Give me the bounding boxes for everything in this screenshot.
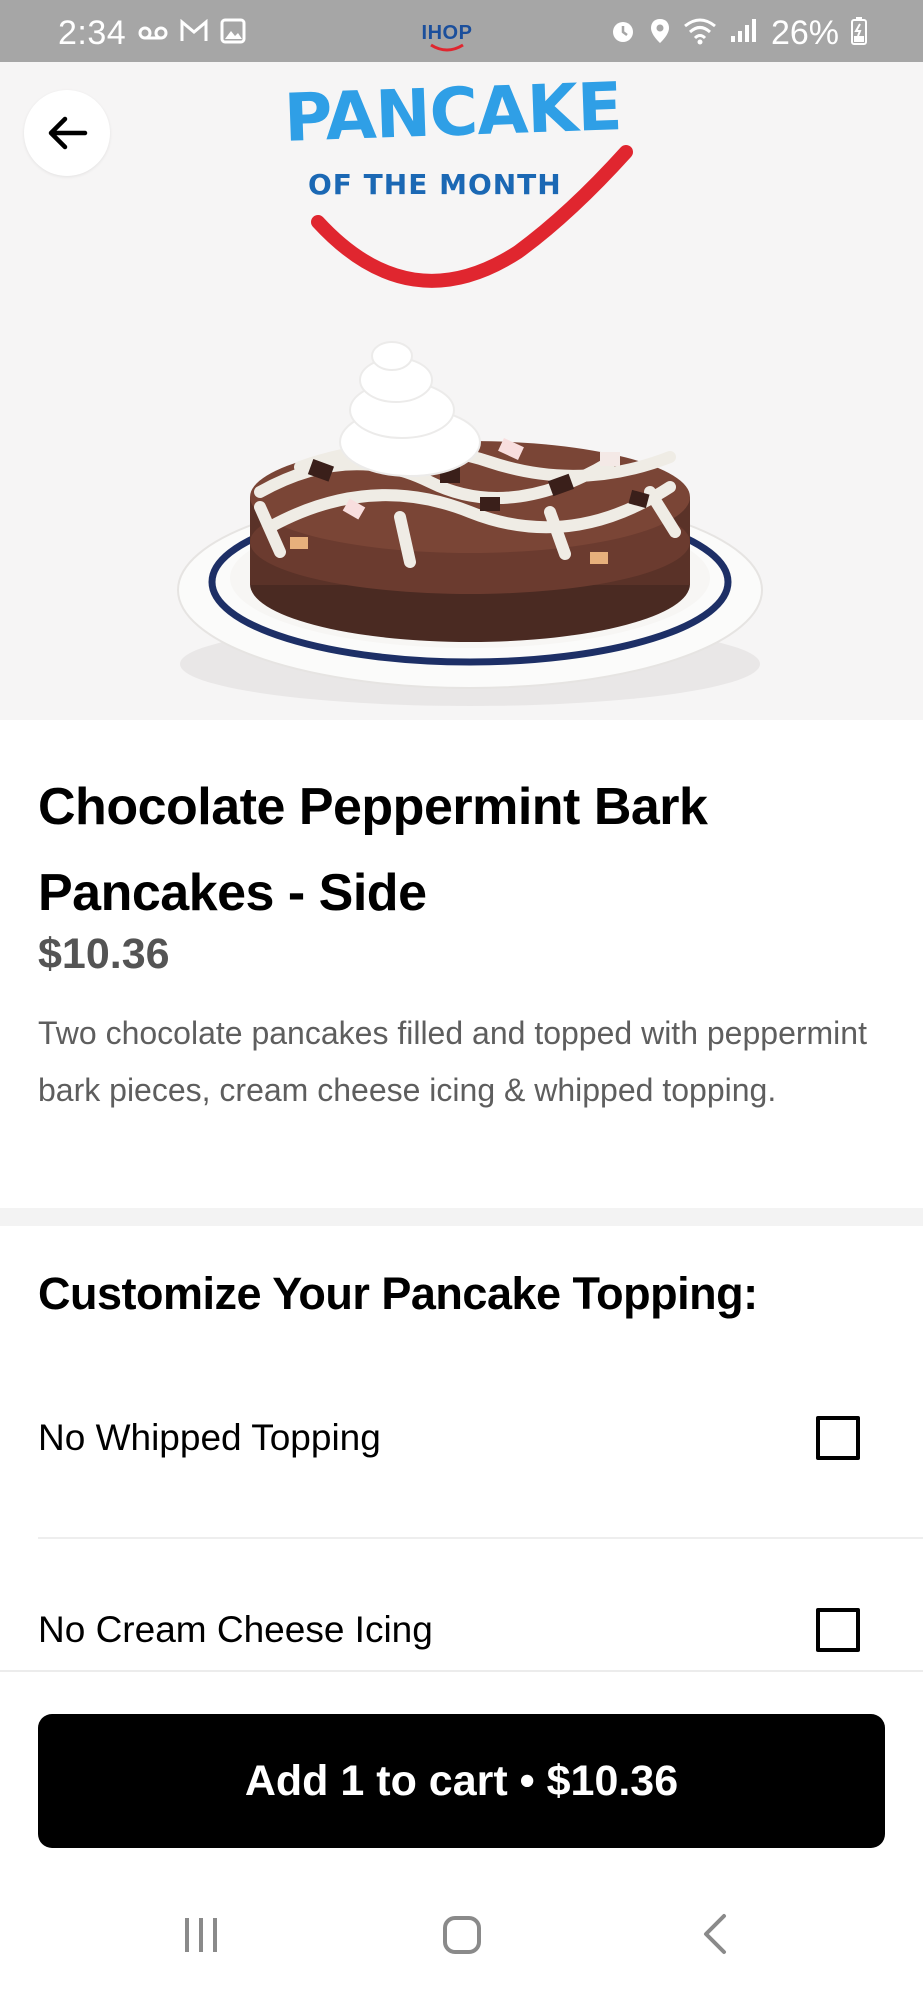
status-bar: 2:34 IHOP 26% xyxy=(0,0,923,62)
section-divider xyxy=(0,1208,923,1226)
bottom-bar: Add 1 to cart • $10.36 xyxy=(0,1670,923,2000)
battery-icon xyxy=(851,17,867,50)
option-label: No Whipped Topping xyxy=(38,1417,381,1458)
system-nav-bar xyxy=(0,1882,923,1982)
option-label: No Cream Cheese Icing xyxy=(38,1609,433,1650)
wifi-icon xyxy=(683,17,717,50)
status-time: 2:34 xyxy=(58,14,127,52)
battery-level: 26% xyxy=(770,14,839,52)
row-divider xyxy=(38,1537,923,1539)
checkbox[interactable] xyxy=(816,1416,860,1460)
ihop-app-icon: IHOP xyxy=(416,22,478,53)
location-icon xyxy=(649,17,671,50)
home-icon[interactable] xyxy=(443,1916,481,1954)
gmail-icon xyxy=(180,18,208,48)
checkbox[interactable] xyxy=(816,1608,860,1652)
pancake-of-the-month-logo: PANCAKE OF THE MONTH xyxy=(270,68,650,304)
arrow-left-icon xyxy=(48,116,88,150)
alarm-icon xyxy=(609,17,637,50)
item-title: Chocolate Peppermint Bark Pancakes - Sid… xyxy=(38,778,708,922)
status-left: 2:34 xyxy=(58,14,246,53)
status-right: 26% xyxy=(609,14,867,53)
smile-arc xyxy=(311,145,633,288)
option-no-whipped-topping[interactable]: No Whipped Topping xyxy=(38,1363,923,1513)
recents-icon[interactable] xyxy=(185,1918,217,1952)
ihop-label: IHOP xyxy=(421,22,473,44)
hero-image: PANCAKE OF THE MONTH xyxy=(0,62,923,720)
gallery-icon xyxy=(220,18,246,49)
item-price: $10.36 xyxy=(38,930,170,978)
pancake-photo xyxy=(177,341,763,706)
signal-icon xyxy=(729,18,759,49)
customize-heading: Customize Your Pancake Topping: xyxy=(38,1268,758,1319)
voicemail-icon xyxy=(138,20,168,48)
add-to-cart-button[interactable]: Add 1 to cart • $10.36 xyxy=(38,1714,885,1848)
item-description: Two chocolate pancakes filled and topped… xyxy=(38,1015,867,1108)
back-button[interactable] xyxy=(24,90,110,176)
nav-back-icon[interactable] xyxy=(700,1912,730,1961)
